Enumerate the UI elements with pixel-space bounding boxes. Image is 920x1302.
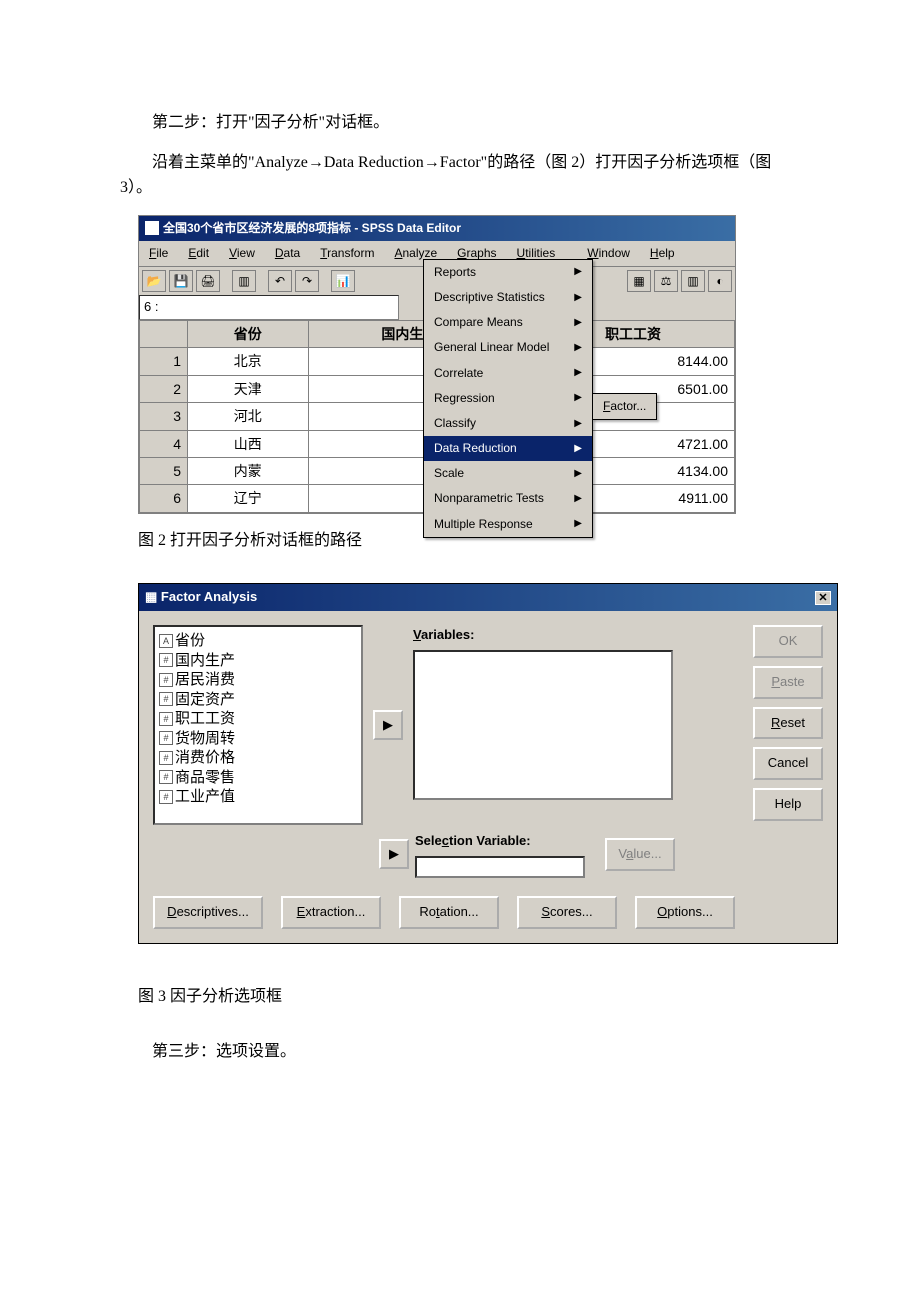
- tool-value-icon[interactable]: ◐: [708, 270, 732, 292]
- list-item[interactable]: 工业产值: [159, 787, 357, 807]
- spss-data-editor-window: 全国30个省市区经济发展的8项指标 - SPSS Data Editor Fil…: [138, 215, 736, 514]
- dialog-title: Factor Analysis: [161, 589, 257, 604]
- menu-item-factor[interactable]: Factor...: [603, 397, 646, 416]
- chevron-right-icon: ▶: [574, 340, 582, 356]
- app-icon: [145, 221, 159, 235]
- col-rownum: [140, 320, 188, 347]
- move-selection-button[interactable]: ▶: [379, 839, 409, 869]
- col-province[interactable]: 省份: [188, 320, 309, 347]
- ok-button[interactable]: OK: [753, 625, 823, 658]
- paragraph-path: 沿着主菜单的"Analyze→Data Reduction→Factor"的路径…: [120, 150, 800, 201]
- chevron-right-icon: ▶: [574, 466, 582, 482]
- paragraph-step3: 第三步：选项设置。: [120, 1039, 800, 1065]
- menu-item-descriptive[interactable]: Descriptive Statistics▶: [424, 285, 592, 310]
- string-var-icon: [159, 634, 173, 648]
- list-item[interactable]: 固定资产: [159, 690, 357, 710]
- chevron-right-icon: ▶: [574, 491, 582, 507]
- list-item[interactable]: 职工工资: [159, 709, 357, 729]
- list-item[interactable]: 国内生产: [159, 651, 357, 671]
- menu-item-reports[interactable]: Reports▶: [424, 260, 592, 285]
- paste-button[interactable]: Paste: [753, 666, 823, 699]
- menu-help[interactable]: Help: [640, 241, 685, 266]
- cell-reference[interactable]: 6 :: [139, 295, 399, 320]
- dialog-icon: ▦: [145, 589, 157, 604]
- numeric-var-icon: [159, 673, 173, 687]
- variables-listbox[interactable]: [413, 650, 673, 800]
- menu-transform[interactable]: Transform: [310, 241, 384, 266]
- menu-item-nonparametric[interactable]: Nonparametric Tests▶: [424, 486, 592, 511]
- chevron-right-icon: ▶: [574, 441, 582, 457]
- analyze-dropdown-menu[interactable]: Reports▶ Descriptive Statistics▶ Compare…: [423, 259, 593, 538]
- reset-button[interactable]: Reset: [753, 707, 823, 740]
- selection-variable-label: Selection Variable:: [415, 831, 585, 852]
- numeric-var-icon: [159, 692, 173, 706]
- factor-analysis-dialog: ▦ Factor Analysis ✕ 省份 国内生产 居民消费 固定资产 职工…: [138, 583, 838, 943]
- numeric-var-icon: [159, 712, 173, 726]
- chevron-right-icon: ▶: [574, 390, 582, 406]
- tool-print-icon[interactable]: 🖨: [196, 270, 220, 292]
- tool-open-icon[interactable]: 📂: [142, 270, 166, 292]
- cancel-button[interactable]: Cancel: [753, 747, 823, 780]
- list-item[interactable]: 省份: [159, 631, 357, 651]
- data-reduction-submenu[interactable]: Factor...: [592, 393, 657, 420]
- chevron-right-icon: ▶: [574, 264, 582, 280]
- tool-weight-icon[interactable]: ⚖: [654, 270, 678, 292]
- rotation-button[interactable]: Rotation...: [399, 896, 499, 929]
- menu-edit[interactable]: Edit: [178, 241, 219, 266]
- menu-item-data-reduction[interactable]: Data Reduction▶: [424, 436, 592, 461]
- spss-titlebar: 全国30个省市区经济发展的8项指标 - SPSS Data Editor: [139, 216, 735, 241]
- tool-redo-icon[interactable]: ↷: [295, 270, 319, 292]
- selection-variable-input[interactable]: [415, 856, 585, 878]
- chevron-right-icon: ▶: [574, 516, 582, 532]
- list-item[interactable]: 消费价格: [159, 748, 357, 768]
- paragraph-step2: 第二步：打开"因子分析"对话框。: [120, 110, 800, 136]
- window-title: 全国30个省市区经济发展的8项指标 - SPSS Data Editor: [163, 219, 461, 238]
- tool-save-icon[interactable]: 💾: [169, 270, 193, 292]
- menu-item-regression[interactable]: Regression▶: [424, 386, 592, 411]
- menu-item-glm[interactable]: General Linear Model▶: [424, 335, 592, 360]
- tool-grid-icon[interactable]: ▦: [627, 270, 651, 292]
- move-right-button[interactable]: ▶: [373, 710, 403, 740]
- dialog-titlebar: ▦ Factor Analysis ✕: [139, 584, 837, 611]
- menu-file[interactable]: File: [139, 241, 178, 266]
- list-item[interactable]: 居民消费: [159, 670, 357, 690]
- numeric-var-icon: [159, 653, 173, 667]
- descriptives-button[interactable]: Descriptives...: [153, 896, 263, 929]
- close-icon[interactable]: ✕: [815, 591, 831, 605]
- chevron-right-icon: ▶: [574, 365, 582, 381]
- chevron-right-icon: ▶: [574, 416, 582, 432]
- extraction-button[interactable]: Extraction...: [281, 896, 381, 929]
- variables-label: Variables:: [413, 625, 693, 646]
- numeric-var-icon: [159, 770, 173, 784]
- source-variables-list[interactable]: 省份 国内生产 居民消费 固定资产 职工工资 货物周转 消费价格 商品零售 工业…: [153, 625, 363, 825]
- tool-dialog-icon[interactable]: ▥: [232, 270, 256, 292]
- menu-view[interactable]: View: [219, 241, 265, 266]
- help-button[interactable]: Help: [753, 788, 823, 821]
- value-button[interactable]: Value...: [605, 838, 675, 871]
- menu-item-scale[interactable]: Scale▶: [424, 461, 592, 486]
- chevron-right-icon: ▶: [574, 290, 582, 306]
- tool-undo-icon[interactable]: ↶: [268, 270, 292, 292]
- menu-item-correlate[interactable]: Correlate▶: [424, 361, 592, 386]
- menu-item-classify[interactable]: Classify▶: [424, 411, 592, 436]
- numeric-var-icon: [159, 751, 173, 765]
- list-item[interactable]: 商品零售: [159, 768, 357, 788]
- tool-select-icon[interactable]: ▥: [681, 270, 705, 292]
- options-button[interactable]: Options...: [635, 896, 735, 929]
- chevron-right-icon: ▶: [574, 315, 582, 331]
- menu-item-compare-means[interactable]: Compare Means▶: [424, 310, 592, 335]
- scores-button[interactable]: Scores...: [517, 896, 617, 929]
- list-item[interactable]: 货物周转: [159, 729, 357, 749]
- figure3-caption: 图 3 因子分析选项框: [138, 984, 800, 1010]
- tool-chart-icon[interactable]: 📊: [331, 270, 355, 292]
- menu-data[interactable]: Data: [265, 241, 310, 266]
- numeric-var-icon: [159, 790, 173, 804]
- menu-item-multiple-response[interactable]: Multiple Response▶: [424, 512, 592, 537]
- numeric-var-icon: [159, 731, 173, 745]
